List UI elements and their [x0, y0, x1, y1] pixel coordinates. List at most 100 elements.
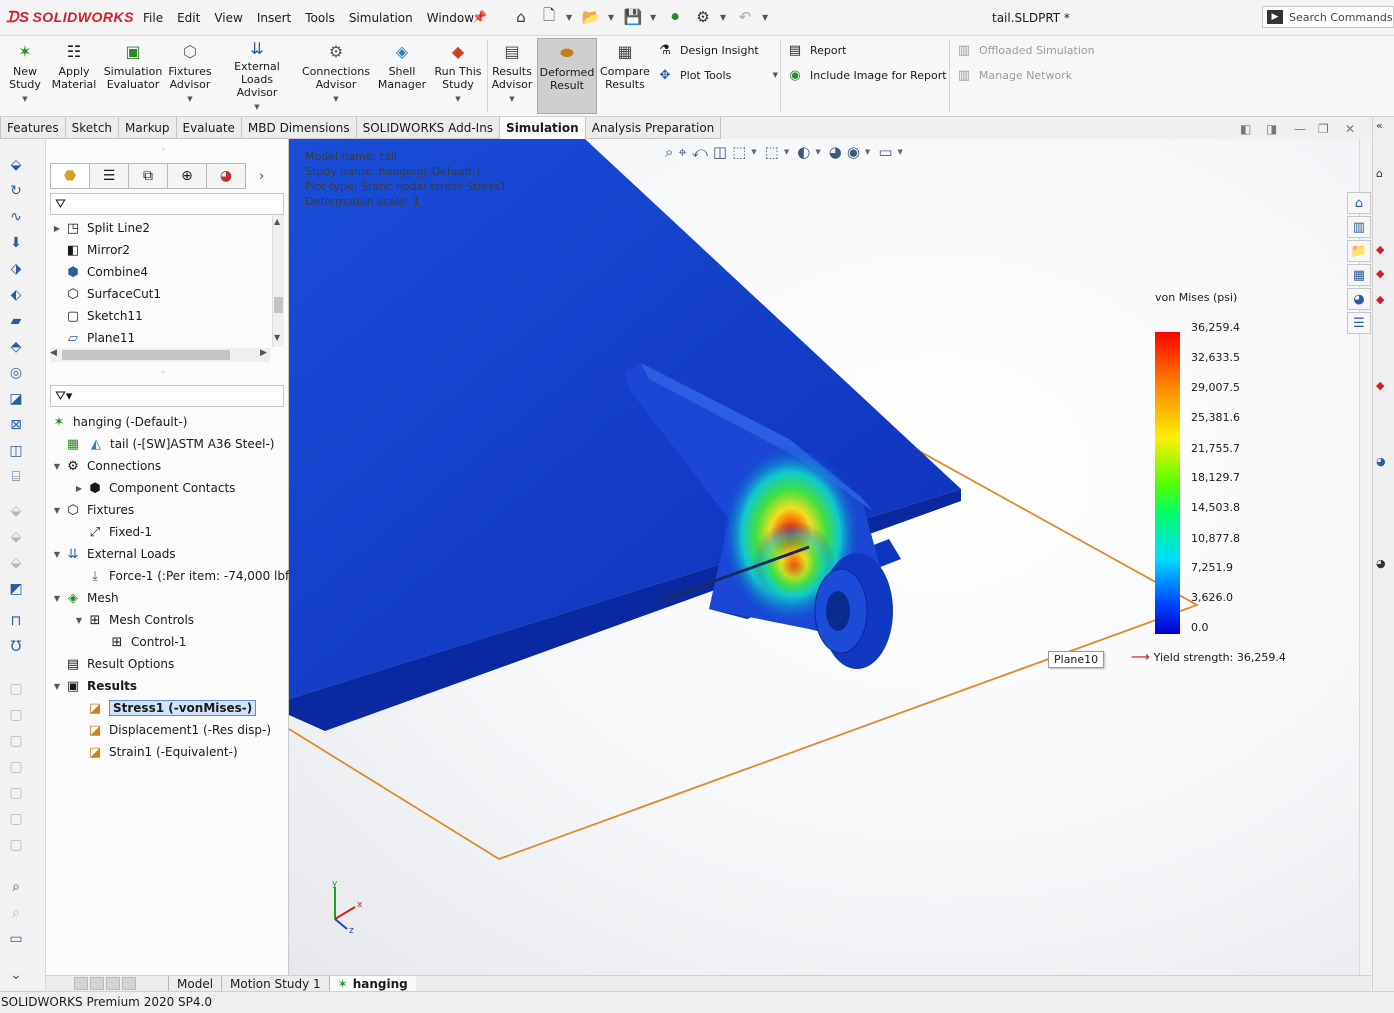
- collapse-icon[interactable]: ▼: [72, 616, 86, 625]
- hide-show-icon[interactable]: ◕: [829, 143, 842, 161]
- collapse-icon[interactable]: ▼: [50, 682, 64, 691]
- collapse-pane-icon[interactable]: «: [1376, 119, 1383, 132]
- tab-analysis-preparation[interactable]: Analysis Preparation: [584, 117, 722, 139]
- plane-label[interactable]: Plane10: [1048, 651, 1105, 668]
- save-icon[interactable]: 💾: [622, 6, 644, 28]
- tree-item-mesh-controls[interactable]: ▼ ⊞ Mesh Controls: [72, 609, 194, 631]
- tree-item[interactable]: ⬡ SurfaceCut1: [50, 283, 161, 305]
- previous-view-icon[interactable]: ⤺: [692, 143, 708, 161]
- bolt-connector-icon[interactable]: Ʊ: [6, 637, 26, 657]
- plot-tools-button[interactable]: ✥ Plot Tools ▼: [656, 65, 778, 85]
- tree-item-connections[interactable]: ▼ ⚙ Connections: [50, 455, 161, 477]
- include-image-button[interactable]: ◉ Include Image for Report: [786, 65, 946, 85]
- shell-manager-button[interactable]: ◈ Shell Manager: [376, 38, 428, 114]
- study-filter-input[interactable]: ⛛▾: [50, 385, 284, 407]
- tab-sketch[interactable]: Sketch: [64, 117, 120, 139]
- report-button[interactable]: ▤ Report: [786, 40, 847, 60]
- apply-material-button[interactable]: ☷ Apply Material: [50, 38, 98, 114]
- chevron-down-icon[interactable]: ⌄: [6, 965, 26, 985]
- pin-connector-icon[interactable]: ⊓: [6, 611, 26, 631]
- resources-icon[interactable]: ▥: [1347, 216, 1371, 238]
- chevron-right-icon[interactable]: ›: [259, 163, 264, 189]
- menu-view[interactable]: View: [207, 11, 249, 25]
- custom-properties-icon[interactable]: ☰: [1347, 312, 1371, 334]
- dimxpert-tab[interactable]: ⊕: [167, 163, 207, 189]
- gravity-tool-icon[interactable]: ⬘: [6, 337, 26, 357]
- rotate-tool-icon[interactable]: ↻: [6, 181, 26, 201]
- tab-hanging[interactable]: ✶ hanging: [328, 975, 416, 992]
- pane-icon[interactable]: ⌂: [1376, 167, 1383, 180]
- tree-item-force-1[interactable]: ⤓ Force-1 (:Per item: -74,000 lbf:): [72, 565, 297, 587]
- tab-evaluate[interactable]: Evaluate: [175, 117, 242, 139]
- display-manager-tab[interactable]: ◕: [206, 163, 246, 189]
- solidworks-logo[interactable]: ᗪS SOLIDWORKS: [6, 9, 134, 26]
- deformed-result-button[interactable]: ⬬ Deformed Result: [537, 38, 597, 114]
- chevron-down-icon[interactable]: ▼: [22, 93, 27, 106]
- color-legend-bar[interactable]: [1155, 332, 1180, 634]
- tab-features[interactable]: Features: [0, 117, 66, 139]
- bearing-tool-icon[interactable]: ◪: [6, 389, 26, 409]
- close-icon[interactable]: ✕: [1345, 122, 1355, 136]
- menu-simulation[interactable]: Simulation: [342, 11, 420, 25]
- view-settings-icon[interactable]: ▭: [878, 143, 892, 161]
- menu-file[interactable]: File: [136, 11, 170, 25]
- tree-item[interactable]: ⬢ Combine4: [50, 261, 148, 283]
- spring-tool-icon[interactable]: ∿: [6, 207, 26, 227]
- tree-item-strain1[interactable]: ◪ Strain1 (-Equivalent-): [72, 741, 238, 763]
- home-icon[interactable]: ⌂: [1347, 192, 1371, 214]
- menu-insert[interactable]: Insert: [250, 11, 298, 25]
- collapse-icon[interactable]: ▼: [50, 594, 64, 603]
- connector-tool-icon[interactable]: ◩: [6, 579, 26, 599]
- study-root[interactable]: ✶ hanging (-Default-): [50, 411, 188, 433]
- chevron-down-icon[interactable]: ▼: [608, 13, 616, 22]
- tree-item[interactable]: ◧ Mirror2: [50, 239, 130, 261]
- new-document-icon[interactable]: 🗋: [538, 6, 560, 28]
- appearances-icon[interactable]: ◕: [1347, 288, 1371, 310]
- chevron-down-icon[interactable]: ▼: [784, 148, 789, 156]
- simulation-evaluator-button[interactable]: ▣ Simulation Evaluator: [102, 38, 164, 114]
- run-this-study-button[interactable]: ◆ Run This Study ▼: [432, 38, 484, 114]
- pin-icon[interactable]: 📌: [472, 10, 487, 24]
- tree-item[interactable]: ▶ ◳ Split Line2: [50, 217, 150, 239]
- face-tool-icon[interactable]: ▰: [6, 311, 26, 331]
- feature-manager-tab[interactable]: ⬣: [50, 163, 90, 189]
- chevron-down-icon[interactable]: ▼: [720, 13, 728, 22]
- new-study-button[interactable]: ✶ New Study ▼: [2, 38, 48, 114]
- zoom-to-fit-icon[interactable]: ⌕: [665, 143, 673, 161]
- expand-icon[interactable]: ▶: [72, 484, 86, 493]
- fixtures-advisor-button[interactable]: ⬡ Fixtures Advisor ▼: [166, 38, 214, 114]
- tree-item-fixtures[interactable]: ▼ ⬡ Fixtures: [50, 499, 134, 521]
- results-advisor-button[interactable]: ▤ Results Advisor ▼: [490, 38, 534, 114]
- chevron-down-icon[interactable]: ▼: [751, 148, 756, 156]
- chevron-down-icon[interactable]: ▼: [254, 101, 259, 114]
- offloaded-simulation-button[interactable]: ▥ Offloaded Simulation: [955, 40, 1095, 60]
- zoom-to-area-icon[interactable]: ⌖: [678, 143, 686, 161]
- tree-item[interactable]: ▢ Sketch11: [50, 305, 143, 327]
- maximize-icon[interactable]: ❐: [1318, 122, 1329, 136]
- chevron-down-icon[interactable]: ▼: [898, 148, 903, 156]
- tree-vertical-scrollbar[interactable]: ▲ ▼: [272, 215, 284, 347]
- home-icon[interactable]: ⌂: [510, 6, 532, 28]
- expand-icon[interactable]: ▶: [50, 224, 64, 233]
- chevron-down-icon[interactable]: ▼: [865, 148, 870, 156]
- pane-icon[interactable]: ◕: [1376, 557, 1386, 570]
- tree-item-results[interactable]: ▼ ▣ Results: [50, 675, 137, 697]
- gear-icon[interactable]: ⚙: [692, 6, 714, 28]
- chevron-down-icon[interactable]: ▼: [333, 93, 338, 106]
- graphics-area[interactable]: Model name: tail Study name: hanging(-De…: [289, 139, 1371, 975]
- chevron-down-icon[interactable]: ▼: [455, 93, 460, 106]
- expand-pane-icon[interactable]: ◨: [1266, 122, 1277, 136]
- tab-model[interactable]: Model: [168, 975, 221, 992]
- dynamic-annotation-icon[interactable]: ⬚: [732, 143, 746, 161]
- search-commands[interactable]: ▶ Search Commands: [1262, 6, 1394, 28]
- tab-simulation[interactable]: Simulation: [499, 117, 586, 139]
- menu-tools[interactable]: Tools: [298, 11, 342, 25]
- centrifugal-tool-icon[interactable]: ◎: [6, 363, 26, 383]
- pane-icon[interactable]: ◆: [1376, 243, 1384, 256]
- tab-navigation[interactable]: [74, 976, 168, 991]
- chevron-down-icon[interactable]: ▼: [566, 13, 574, 22]
- chevron-down-icon[interactable]: ▼: [187, 93, 192, 106]
- panel-grip[interactable]: ◦: [161, 145, 166, 154]
- property-manager-tab[interactable]: ☰: [89, 163, 129, 189]
- chevron-down-icon[interactable]: ▼: [509, 93, 514, 106]
